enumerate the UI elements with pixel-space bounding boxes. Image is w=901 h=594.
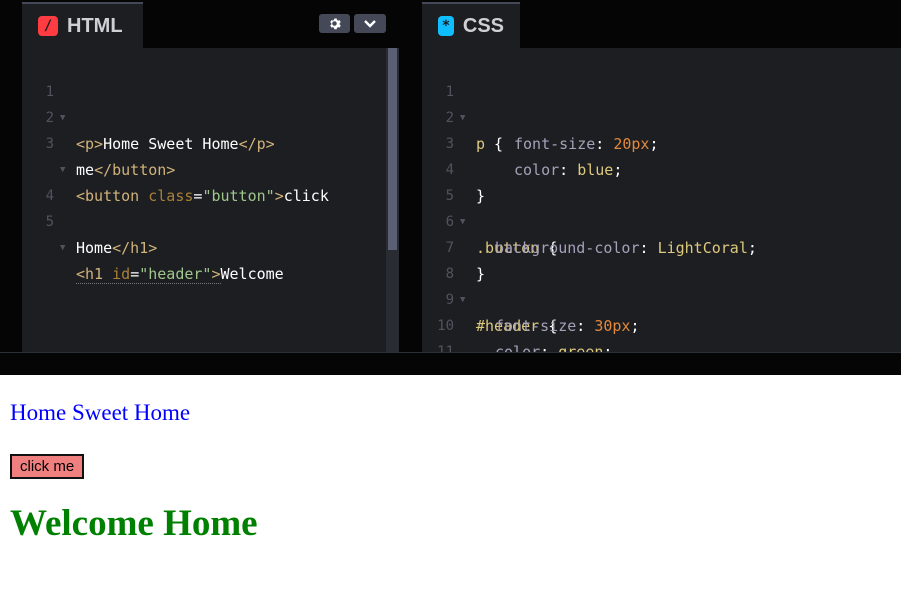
pane-resize-divider[interactable] <box>399 0 422 352</box>
html-editor-pane[interactable]: / HTML 1 ▼ <p>Home Sweet Home</p> 2 3 ▼ … <box>22 0 399 352</box>
code-token: ; <box>630 317 640 335</box>
gear-icon <box>330 18 341 30</box>
css-icon: * <box>438 16 454 36</box>
code-line: 5 ▼ <h1 id="header">Welcome <box>22 183 284 284</box>
code-token: "header" <box>139 265 212 283</box>
code-token: > <box>211 265 221 283</box>
css-tab-title: CSS <box>462 14 504 37</box>
code-token: </h1> <box>112 239 158 257</box>
code-token: </button> <box>94 161 176 179</box>
code-token: : <box>559 161 578 179</box>
code-line: 5 ▼ .button { <box>422 157 558 257</box>
code-line: 2 font-size: 20px; <box>422 79 659 153</box>
scrollbar-thumb[interactable] <box>388 48 397 250</box>
left-edge <box>0 0 22 352</box>
html-icon: / <box>38 16 58 36</box>
preview-click-me-button[interactable]: click me <box>10 454 85 479</box>
code-token: : <box>639 239 658 257</box>
editor-area: / HTML 1 ▼ <p>Home Sweet Home</p> 2 3 ▼ … <box>0 0 901 375</box>
code-line: 10 color: green; <box>422 287 612 352</box>
code-token: LightCoral <box>657 239 748 257</box>
tab-css[interactable]: * CSS <box>422 2 520 48</box>
settings-button[interactable] <box>319 14 350 33</box>
code-line: 8 ▼ #header { <box>422 235 558 335</box>
code-token: blue <box>577 161 614 179</box>
chevron-down-icon <box>364 19 376 28</box>
code-token: green <box>558 343 604 352</box>
code-token: font-size <box>514 135 596 153</box>
code-token: class <box>148 187 194 205</box>
code-token: color <box>495 343 541 352</box>
result-preview: Home Sweet Home click me Welcome Home <box>0 375 901 594</box>
code-token: click <box>283 187 329 205</box>
code-token: background-color <box>495 239 640 257</box>
css-code[interactable]: 1 ▼ p { 2 font-size: 20px; 3 color: blue… <box>422 48 901 352</box>
code-token: font-size <box>495 317 577 335</box>
preview-paragraph: Home Sweet Home <box>10 400 191 425</box>
html-tab-title: HTML <box>67 14 123 37</box>
code-token: = <box>130 265 140 283</box>
code-line: Home</h1> <box>22 209 157 257</box>
css-tab-bar: * CSS <box>422 0 901 48</box>
code-line: me</button> <box>22 131 175 179</box>
code-token: : <box>576 317 595 335</box>
collapse-button[interactable] <box>354 14 386 33</box>
code-token: Home Sweet Home <box>103 135 239 153</box>
code-line: 3 ▼ <button class="button">click <box>22 105 329 205</box>
html-code[interactable]: 1 ▼ <p>Home Sweet Home</p> 2 3 ▼ <button… <box>22 48 399 352</box>
code-token: </p> <box>238 135 275 153</box>
code-token: 20px <box>613 135 650 153</box>
code-token: > <box>274 187 284 205</box>
html-scrollbar[interactable] <box>386 48 399 352</box>
code-token: Home <box>76 239 113 257</box>
code-line: 2 <box>22 79 94 126</box>
code-line: 1 ▼ p { <box>422 53 504 153</box>
code-token: ; <box>603 343 613 352</box>
code-line: 4 } <box>422 131 494 205</box>
code-token: Welcome <box>220 265 284 283</box>
css-editor-pane[interactable]: * CSS 1 ▼ p { 2 font-size: 20px; 3 color… <box>422 0 901 352</box>
code-token: ; <box>649 135 659 153</box>
code-line: 7 } <box>422 209 494 283</box>
code-token: : <box>595 135 614 153</box>
code-token: : <box>540 343 559 352</box>
code-line: 4 <box>22 157 94 204</box>
line-number: 11 <box>437 344 454 352</box>
code-token: "button" <box>202 187 275 205</box>
html-tab-bar: / HTML <box>22 0 399 48</box>
code-token: ; <box>613 161 623 179</box>
code-line: 3 color: blue; <box>422 105 623 179</box>
code-token: <h1 <box>76 265 104 283</box>
code-token: ; <box>747 239 757 257</box>
editor-resize-bar[interactable] <box>0 352 901 375</box>
code-line: 6 background-color: LightCoral; <box>422 183 757 257</box>
code-line: 11 } <box>422 313 494 352</box>
code-token: id <box>112 265 131 283</box>
code-token: 30px <box>594 317 631 335</box>
code-line: 1 ▼ <p>Home Sweet Home</p> <box>22 53 275 153</box>
code-token: color <box>514 161 560 179</box>
tab-html[interactable]: / HTML <box>22 2 143 48</box>
code-line: 9 font-size: 30px; <box>422 261 640 335</box>
preview-heading: Welcome Home <box>10 503 258 544</box>
